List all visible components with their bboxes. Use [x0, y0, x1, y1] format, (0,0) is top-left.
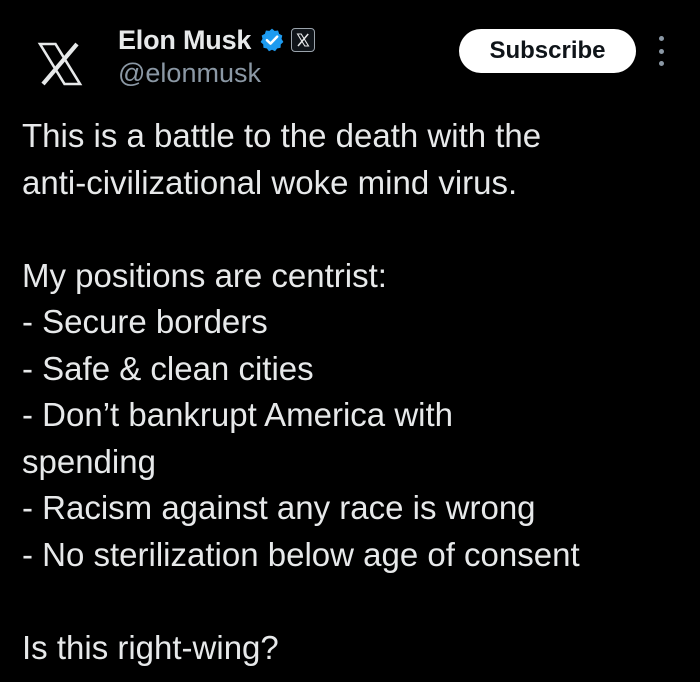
- x-affiliate-badge-icon[interactable]: [291, 28, 316, 52]
- tweet-line: This is a battle to the death with the: [22, 117, 542, 154]
- tweet-line: - No sterilization below age of consent: [22, 535, 580, 573]
- x-logo-icon: [37, 42, 83, 86]
- tweet-line: - Racism against any race is wrong: [22, 489, 536, 526]
- tweet-line: Is this right-wing?: [22, 628, 279, 666]
- author-display-name[interactable]: Elon Musk: [118, 25, 251, 56]
- tweet-line: - Safe & clean cities: [22, 349, 314, 387]
- tweet-line: My positions are centrist:: [22, 256, 387, 294]
- tweet-line: - Don’t bankrupt America with: [22, 396, 454, 433]
- author-name-row: Elon Musk: [118, 22, 316, 58]
- tweet-line: anti-civilizational woke mind virus.: [22, 163, 518, 201]
- verified-badge-icon[interactable]: [259, 27, 285, 53]
- author-handle[interactable]: @elonmusk: [118, 58, 261, 89]
- dot: [658, 36, 664, 41]
- tweet-line: - Secure borders: [22, 303, 268, 340]
- tweet-paragraph-2: My positions are centrist: - Secure bord…: [22, 253, 687, 579]
- more-options-icon[interactable]: [652, 36, 670, 66]
- subscribe-button[interactable]: Subscribe: [459, 29, 636, 73]
- dot: [658, 61, 664, 66]
- dot: [658, 48, 664, 54]
- tweet-line: spending: [22, 442, 156, 480]
- tweet-paragraph-3: Is this right-wing?: [22, 625, 687, 672]
- tweet-text: This is a battle to the death with the a…: [22, 113, 687, 671]
- tweet-paragraph-1: This is a battle to the death with the a…: [22, 113, 687, 206]
- avatar[interactable]: [30, 34, 90, 94]
